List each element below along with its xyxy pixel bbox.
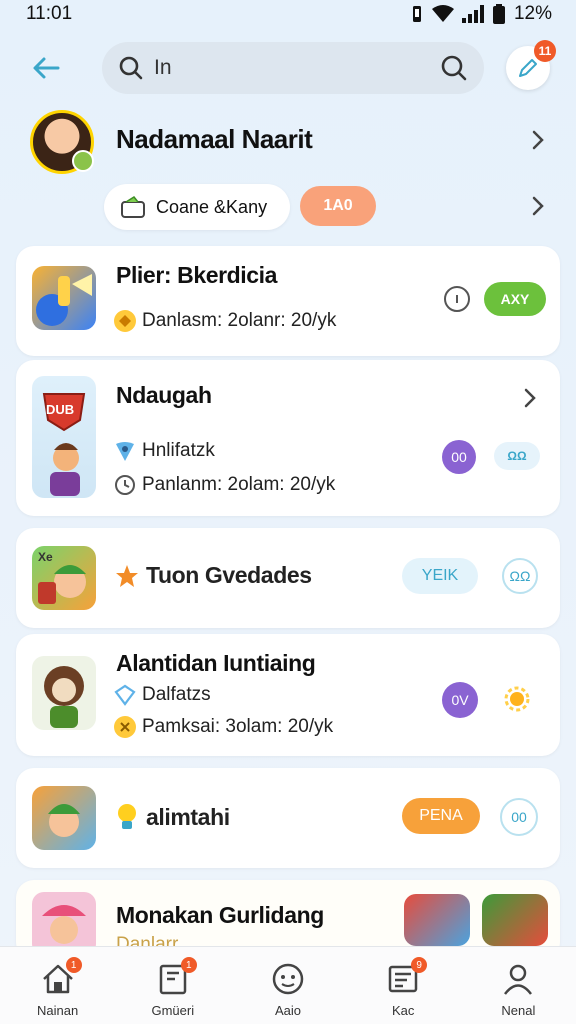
profile-chip[interactable]: Coane &Kany (104, 184, 290, 230)
wifi-icon (431, 5, 454, 22)
nav-badge: 1 (180, 957, 197, 973)
profile-section: Nadamaal Naarit Coane &Kany 1A0 (0, 108, 576, 238)
action-button[interactable]: PENA (402, 798, 480, 834)
card-title: Tuon Gvedades (146, 562, 312, 588)
status-time: 11:01 (26, 3, 73, 24)
nav-badge: 1 (65, 957, 82, 973)
app-icon-text: Xe (38, 550, 53, 564)
card-meta: Danlasm: 2olanr: 20/yk (142, 310, 337, 331)
search-input[interactable]: In (154, 56, 440, 80)
sun-icon[interactable] (500, 682, 534, 716)
card-subtitle: Dalfatzs (142, 684, 211, 705)
secondary-button[interactable]: ΩΩ (502, 558, 538, 594)
card-meta: Panlanm: 2olam: 20/yk (142, 474, 336, 495)
list-item[interactable]: alimtahi PENA 00 (16, 768, 560, 868)
person-icon (500, 961, 536, 997)
nav-label: Aaio (274, 1003, 302, 1018)
profile-name[interactable]: Nadamaal Naarit (116, 124, 313, 155)
card-title: alimtahi (146, 803, 230, 830)
bottom-navigation: 1 Nainan 1 Gmüeri Aaio 9 Kac Nenal (0, 946, 576, 1024)
profile-pill[interactable]: 1A0 (300, 186, 376, 226)
card-title: Alantidan Iuntiaing (116, 650, 316, 676)
app-icon: DUB (32, 376, 96, 498)
card-title: Monakan Gurlidang (116, 902, 324, 928)
avatar-status-icon (72, 150, 94, 172)
app-icon (32, 266, 96, 330)
nav-label: Kac (392, 1003, 415, 1018)
app-icon-text: DUB (46, 402, 75, 417)
nav-item-inbox[interactable]: 9 Kac (346, 947, 461, 1024)
compose-button[interactable]: 11 (506, 40, 556, 90)
top-bar: In 11 (0, 40, 576, 96)
nav-label: Nainan (37, 1003, 79, 1018)
card-title: Plier: Bkerdicia (116, 262, 278, 288)
vibrate-icon (412, 6, 421, 22)
list-item[interactable]: Xe Tuon Gvedades YEIK ΩΩ (16, 528, 560, 628)
nav-item-home[interactable]: 1 Nainan (0, 947, 115, 1024)
nav-label: Gmüeri (151, 1003, 195, 1018)
nav-item-profile[interactable]: Nenal (461, 947, 576, 1024)
battery-icon (492, 4, 505, 24)
clock-icon (115, 475, 135, 495)
card-subtitle: Hnlifatzk (142, 440, 215, 461)
card-title: Ndaugah (116, 382, 212, 408)
home-icon: 1 (40, 957, 82, 997)
wallet-icon (121, 196, 145, 218)
coin-icon (114, 310, 136, 332)
card-meta: Pamksai: 3olam: 20/yk (142, 716, 334, 737)
status-bar: 11:01 12% (0, 0, 576, 28)
action-button[interactable]: YEIK (402, 558, 478, 594)
back-button[interactable] (28, 50, 64, 86)
nav-label: Nenal (501, 1003, 536, 1018)
action-button[interactable]: 00 (442, 440, 476, 474)
search-bar[interactable]: In (102, 42, 484, 94)
nav-item-library[interactable]: 1 Gmüeri (115, 947, 230, 1024)
list-item[interactable]: DUB Ndaugah Hnlifatzk Panlanm: 2olam: 20… (16, 360, 560, 516)
list-item[interactable]: Alantidan Iuntiaing Dalfatzs Pamksai: 3o… (16, 634, 560, 756)
action-button[interactable]: 0V (442, 682, 478, 718)
search-submit-icon[interactable] (440, 54, 468, 82)
nav-badge: 9 (411, 957, 428, 973)
profile-chip-label: Coane &Kany (156, 196, 268, 217)
secondary-button[interactable]: 00 (500, 798, 538, 836)
chevron-right-icon[interactable] (528, 130, 548, 150)
library-icon: 1 (155, 957, 197, 997)
app-icon (32, 786, 96, 850)
app-icon: Xe (32, 546, 96, 610)
gem-icon (114, 684, 136, 706)
star-icon (116, 564, 138, 587)
shield-icon (116, 442, 134, 461)
battery-level: 12% (513, 3, 552, 24)
bulb-icon (118, 804, 136, 829)
app-icon (32, 656, 96, 730)
chevron-right-icon[interactable] (528, 196, 548, 216)
inbox-icon: 9 (385, 957, 428, 997)
info-icon[interactable] (444, 286, 470, 312)
signal-icon (461, 5, 484, 23)
nav-item-face[interactable]: Aaio (230, 947, 345, 1024)
thumbnail[interactable] (404, 894, 470, 946)
thumbnail[interactable] (482, 894, 548, 946)
face-icon (270, 961, 306, 997)
pencil-icon (519, 59, 537, 77)
search-icon (119, 56, 143, 80)
chevron-right-icon[interactable] (520, 388, 540, 408)
compose-badge: 11 (534, 40, 556, 62)
install-button[interactable]: AXY (484, 282, 546, 316)
secondary-button[interactable]: ΩΩ (494, 442, 540, 470)
list-item[interactable]: Plier: Bkerdicia Danlasm: 2olanr: 20/yk … (16, 246, 560, 356)
coin-icon (114, 716, 136, 738)
